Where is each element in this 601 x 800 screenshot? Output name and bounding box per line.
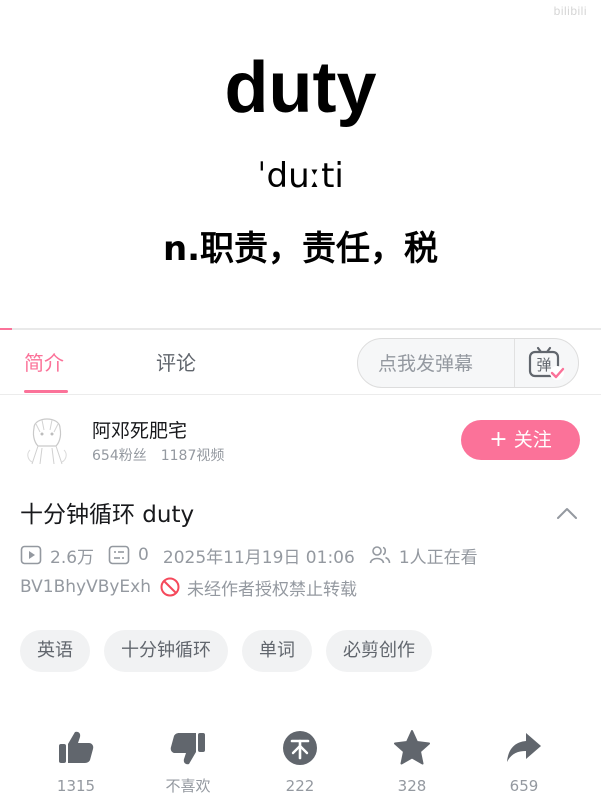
tag-chip[interactable]: 单词 bbox=[242, 630, 312, 672]
svg-text:弹: 弹 bbox=[536, 356, 551, 374]
video-meta-row: 2.6万 0 2025年11月19日 01:06 1人正在看 bbox=[20, 542, 478, 568]
tag-list: 英语 十分钟循环 单词 必剪创作 bbox=[20, 630, 446, 672]
bilibili-watermark: bilibili bbox=[553, 4, 587, 18]
coin-button[interactable]: 222 bbox=[260, 728, 340, 796]
video-player[interactable]: bilibili duty ˈduːti n.职责，责任，税 bbox=[0, 0, 601, 330]
favorite-button[interactable]: 328 bbox=[372, 728, 452, 796]
uploader-videos: 1187视频 bbox=[160, 448, 225, 464]
video-id-row: BV1BhyVByExh 未经作者授权禁止转载 bbox=[20, 574, 357, 600]
tag-chip[interactable]: 英语 bbox=[20, 630, 90, 672]
dislike-button[interactable]: 不喜欢 bbox=[148, 728, 228, 796]
uploader-name[interactable]: 阿邓死肥宅 bbox=[92, 418, 187, 444]
chevron-up-icon[interactable] bbox=[555, 502, 579, 526]
publish-datetime: 2025年11月19日 01:06 bbox=[162, 547, 355, 568]
video-word: duty bbox=[224, 48, 377, 128]
tab-intro[interactable]: 简介 bbox=[24, 349, 64, 377]
people-icon bbox=[369, 546, 391, 564]
like-count: 1315 bbox=[56, 777, 96, 795]
dislike-label: 不喜欢 bbox=[165, 777, 211, 795]
star-icon bbox=[394, 730, 430, 765]
video-meaning: n.职责，责任，税 bbox=[162, 229, 439, 269]
video-progress-bar[interactable] bbox=[0, 328, 601, 330]
danmaku-divider bbox=[514, 339, 515, 387]
follow-label: 关注 bbox=[513, 429, 552, 451]
view-count: 2.6万 bbox=[50, 547, 95, 568]
tag-chip[interactable]: 必剪创作 bbox=[326, 630, 432, 672]
watching-count: 1人正在看 bbox=[398, 547, 478, 568]
uploader-followers: 654粉丝 bbox=[92, 448, 147, 464]
coin-count: 222 bbox=[285, 777, 315, 795]
favorite-count: 328 bbox=[397, 777, 427, 795]
no-repost-icon bbox=[160, 577, 180, 597]
share-count: 659 bbox=[509, 777, 539, 795]
uploader-stats: 654粉丝 1187视频 bbox=[92, 446, 224, 466]
share-button[interactable]: 659 bbox=[484, 728, 564, 796]
follow-button[interactable]: + 关注 bbox=[461, 420, 580, 460]
share-arrow-icon bbox=[507, 733, 541, 762]
uploader-avatar[interactable] bbox=[22, 410, 72, 466]
video-progress-fill bbox=[0, 328, 13, 330]
video-phonetic: ˈduːti bbox=[257, 156, 344, 196]
plus-icon: + bbox=[489, 427, 508, 452]
thumbs-down-icon bbox=[170, 733, 205, 765]
tab-bar: 简介 评论 点我发弹幕 弹 bbox=[0, 331, 601, 395]
thumbs-up-icon bbox=[59, 731, 94, 763]
danmaku-toggle-icon[interactable]: 弹 bbox=[526, 346, 566, 382]
tag-chip[interactable]: 十分钟循环 bbox=[104, 630, 228, 672]
tab-comments[interactable]: 评论 bbox=[156, 349, 196, 377]
coin-icon bbox=[283, 731, 317, 765]
video-title: 十分钟循环 duty bbox=[20, 502, 195, 528]
danmaku-placeholder: 点我发弹幕 bbox=[378, 353, 474, 375]
play-count-icon bbox=[20, 545, 42, 565]
danmaku-input[interactable]: 点我发弹幕 弹 bbox=[357, 338, 579, 388]
copyright-notice: 未经作者授权禁止转载 bbox=[187, 579, 358, 600]
danmaku-count-icon bbox=[108, 545, 130, 565]
danmaku-count: 0 bbox=[138, 545, 149, 565]
like-button[interactable]: 1315 bbox=[36, 728, 116, 796]
tab-active-indicator bbox=[24, 390, 68, 393]
video-bvid[interactable]: BV1BhyVByExh bbox=[20, 577, 151, 597]
